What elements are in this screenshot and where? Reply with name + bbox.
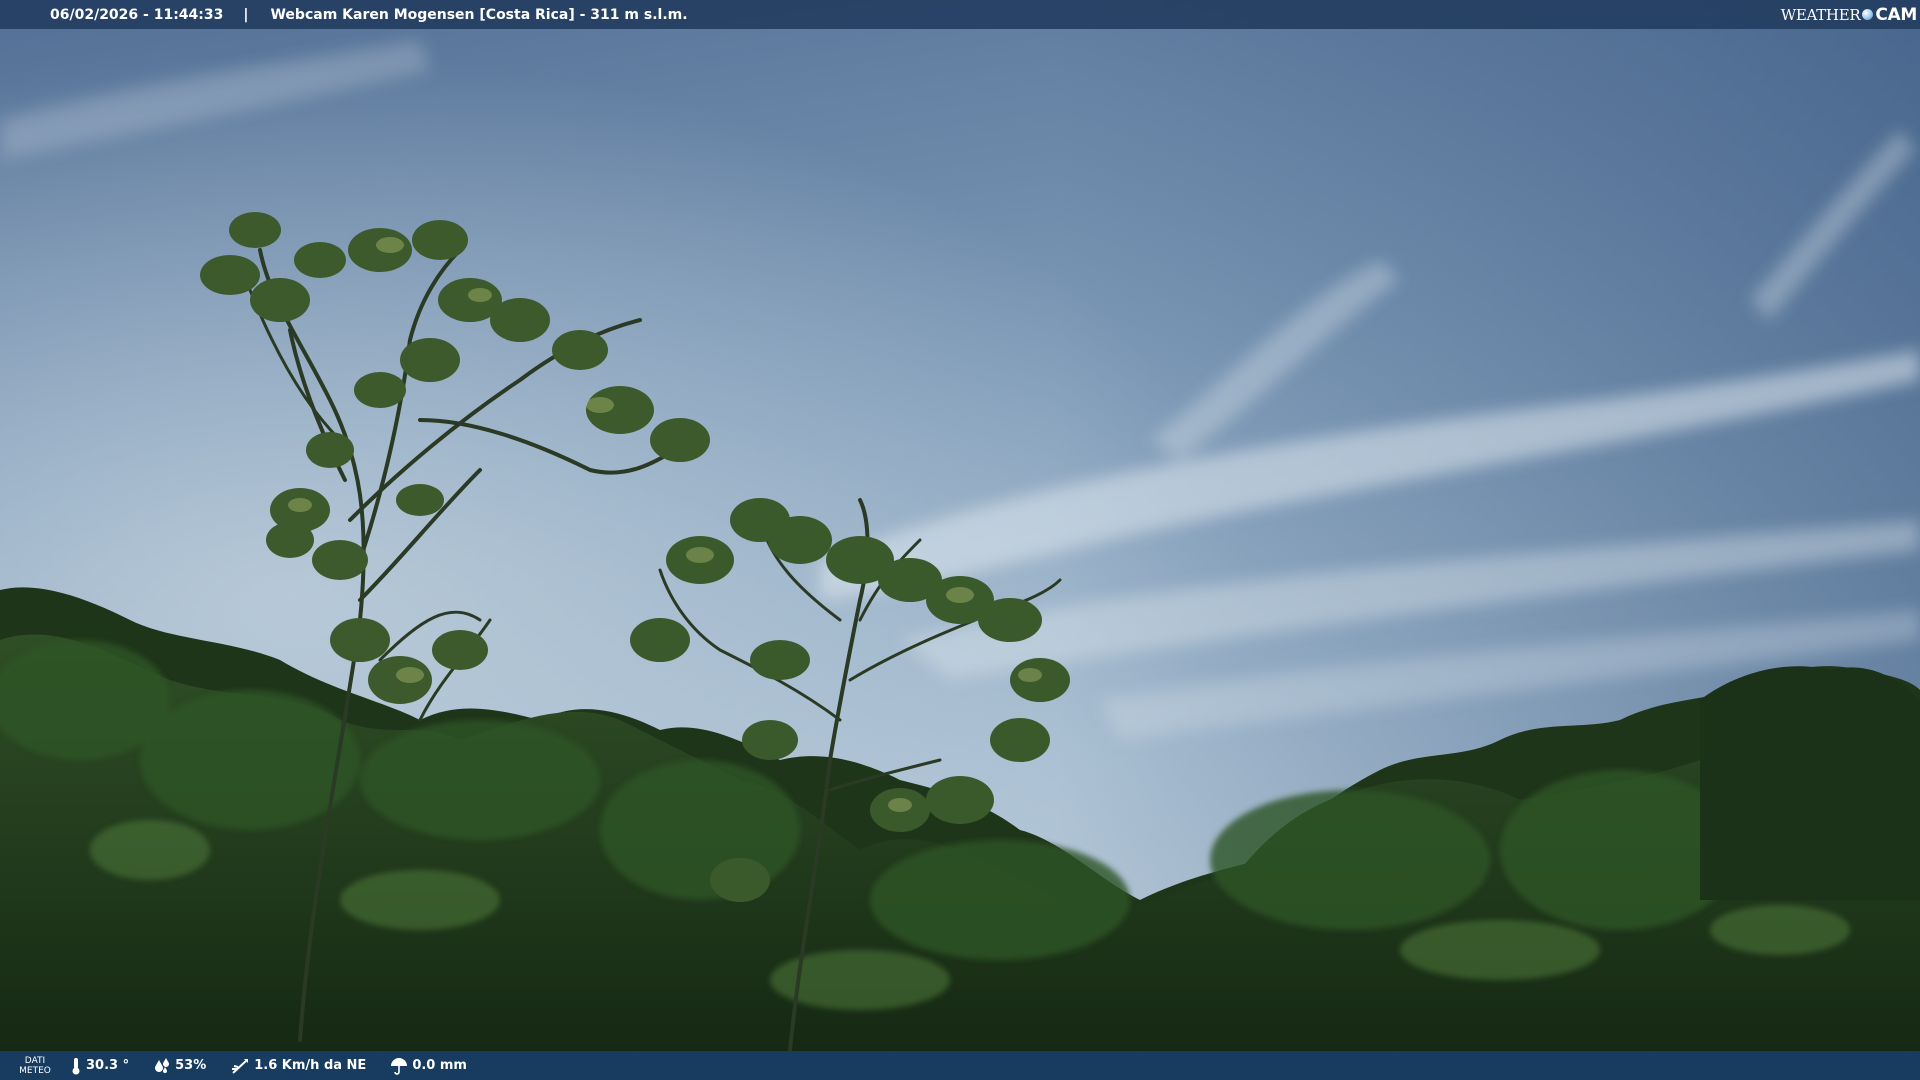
- rain-value: 0.0 mm: [412, 1058, 467, 1073]
- webcam-image: [0, 0, 1920, 1080]
- webcam-title: Webcam Karen Mogensen [Costa Rica] - 311…: [270, 6, 688, 23]
- logo-text-cam: CAM: [1875, 4, 1917, 25]
- humidity-reading: 53%: [153, 1057, 206, 1075]
- temperature-value: 30.3 °: [86, 1058, 130, 1073]
- humidity-value: 53%: [175, 1058, 207, 1073]
- weather-label-line2: METEO: [19, 1065, 51, 1076]
- globe-icon: [1862, 9, 1874, 20]
- logo-text-weather: WEATHER: [1780, 5, 1861, 24]
- weathercam-logo: WEATHER CAM: [1780, 2, 1918, 27]
- weather-data-label: DATI METEO: [0, 1056, 70, 1076]
- wind-reading: 1.6 Km/h da NE: [230, 1057, 366, 1075]
- rain-reading: 0.0 mm: [390, 1057, 467, 1075]
- temperature-reading: 30.3 °: [70, 1057, 129, 1075]
- webcam-header-bar: 06/02/2026 - 11:44:33 | Webcam Karen Mog…: [0, 0, 1920, 29]
- humidity-drops-icon: [155, 1057, 170, 1073]
- wind-vane-icon: [232, 1058, 249, 1074]
- thermometer-icon: [72, 1057, 80, 1074]
- umbrella-icon: [391, 1057, 408, 1075]
- header-separator: |: [243, 6, 249, 23]
- webcam-frame: 06/02/2026 - 11:44:33 | Webcam Karen Mog…: [0, 0, 1920, 1080]
- timestamp: 06/02/2026 - 11:44:33: [50, 6, 224, 23]
- weather-data-bar: DATI METEO 30.3 ° 53% 1.6 Km/h da NE 0.0…: [0, 1051, 1920, 1080]
- wind-value: 1.6 Km/h da NE: [254, 1058, 367, 1073]
- weather-label-line1: DATI: [24, 1055, 46, 1066]
